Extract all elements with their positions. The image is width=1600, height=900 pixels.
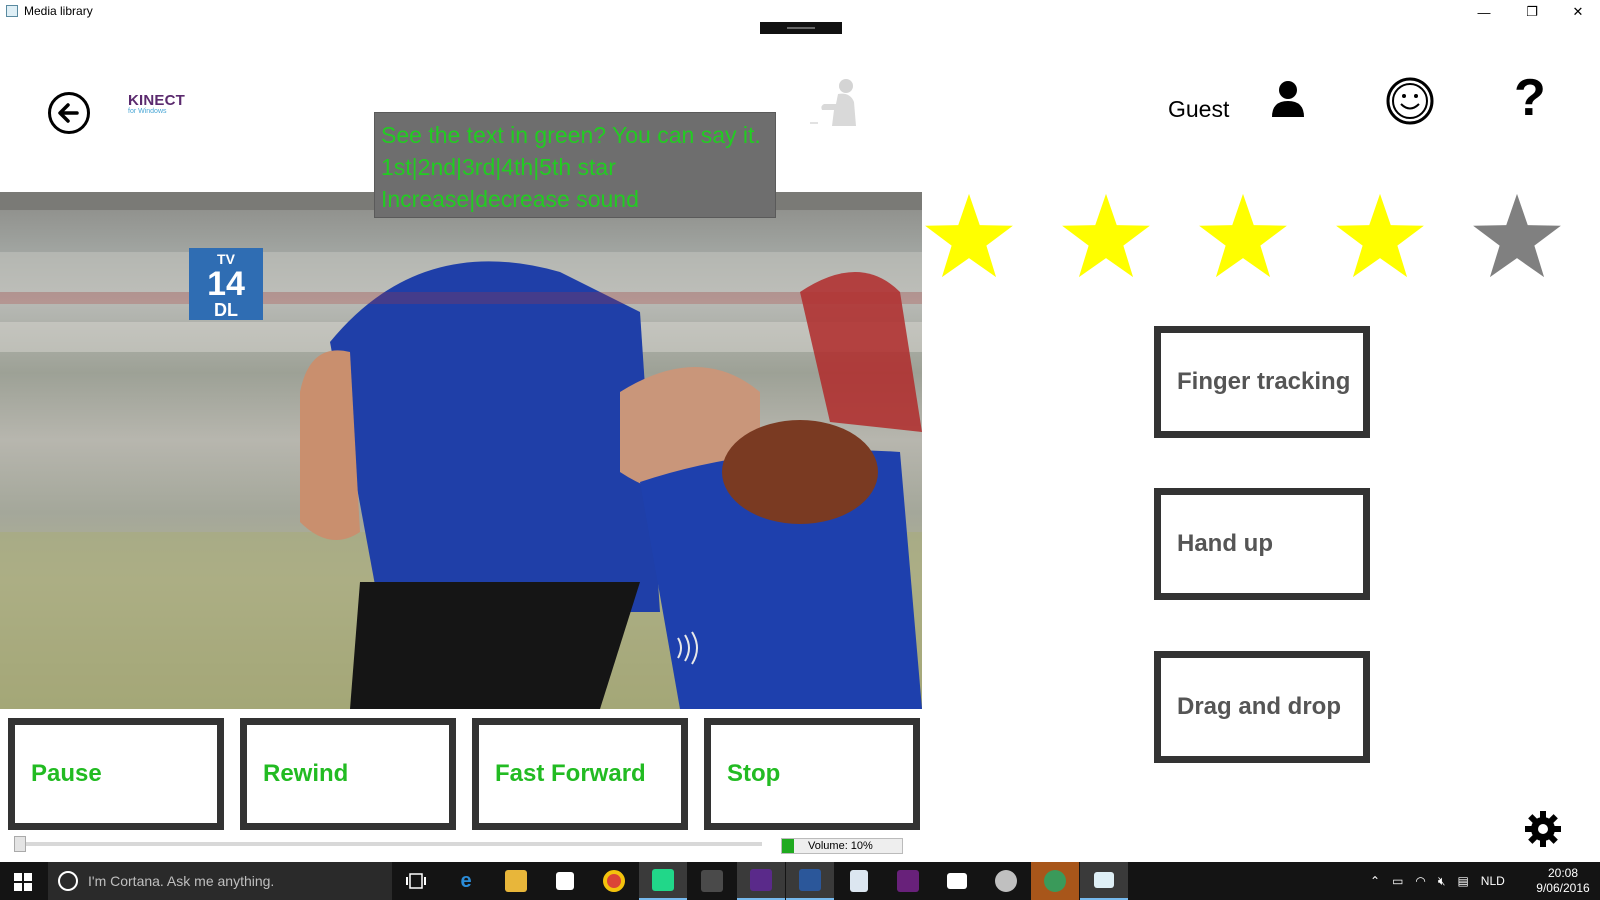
media-library-window: Media library — ❐ ✕ KINECT for Windows G…	[0, 0, 1600, 900]
sublime-icon	[701, 870, 723, 892]
hint-line: Increase|decrease sound	[381, 186, 639, 212]
taskbar-edge[interactable]: e	[442, 862, 490, 900]
input-language[interactable]: NLD	[1481, 874, 1505, 888]
hand-up-button[interactable]: Hand up	[1154, 488, 1370, 600]
taskbar-paint[interactable]	[982, 862, 1030, 900]
gear-icon[interactable]	[1524, 810, 1562, 848]
tex-icon	[750, 869, 772, 891]
word-icon	[799, 869, 821, 891]
cortana-search-box[interactable]: I'm Cortana. Ask me anything.	[48, 862, 392, 900]
user-icon[interactable]	[1270, 80, 1306, 118]
system-tray: ⌃ ▭ ◠ 🔇︎ ▤ NLD	[1370, 862, 1505, 900]
cortana-search-placeholder: I'm Cortana. Ask me anything.	[88, 873, 275, 889]
voice-command-hint: See the text in green? You can say it. 1…	[374, 112, 776, 218]
battery-icon[interactable]: ▭	[1392, 874, 1403, 888]
smiley-face-icon[interactable]	[1385, 76, 1435, 126]
folder-icon	[505, 870, 527, 892]
close-button[interactable]: ✕	[1558, 0, 1598, 24]
minimize-button[interactable]: —	[1464, 0, 1504, 24]
photos-icon	[947, 873, 967, 889]
title-bar: Media library — ❐ ✕	[0, 0, 1600, 24]
taskbar-clock[interactable]: 20:08 9/06/2016	[1530, 866, 1596, 896]
pause-button[interactable]: Pause	[8, 718, 224, 830]
sound-waves-icon	[677, 631, 698, 665]
help-question-icon[interactable]: ?	[1514, 72, 1546, 124]
taskbar-word[interactable]	[786, 862, 834, 900]
action-center-icon[interactable]: ▤	[1457, 874, 1468, 888]
volume-indicator: Volume: 10%	[781, 838, 903, 854]
body-tracking-silhouette-icon	[810, 79, 856, 126]
taskbar-file-explorer[interactable]	[492, 862, 540, 900]
taskbar-media-library[interactable]	[1080, 862, 1128, 900]
tv-rating-badge: TV 14 DL	[189, 248, 263, 320]
volume-label: Volume: 10%	[808, 840, 873, 852]
edge-icon: e	[460, 869, 472, 892]
chrome-icon	[603, 870, 625, 892]
task-view-icon	[406, 873, 426, 889]
taskbar-document-viewer[interactable]	[835, 862, 883, 900]
video-player[interactable]: TV 14 DL	[0, 192, 922, 709]
star-empty-icon[interactable]	[1469, 190, 1565, 286]
app-window-icon	[6, 5, 18, 17]
taskbar-store[interactable]	[541, 862, 589, 900]
wifi-icon[interactable]: ◠	[1415, 874, 1425, 888]
taskbar-pycharm[interactable]	[639, 862, 687, 900]
finger-tracking-button[interactable]: Finger tracking	[1154, 326, 1370, 438]
back-button[interactable]	[48, 92, 90, 134]
hint-line: See the text in green? You can say it.	[381, 122, 761, 148]
speaker-muted-icon[interactable]: 🔇︎	[1438, 874, 1446, 889]
rating-badge-age: 14	[207, 265, 245, 303]
video-frame-image	[0, 192, 922, 709]
visual-studio-icon	[897, 870, 919, 892]
taskbar-sublime[interactable]	[688, 862, 736, 900]
rating-badge-bottom: DL	[214, 300, 238, 320]
globe-icon	[1044, 870, 1066, 892]
window-title: Media library	[24, 4, 93, 18]
star-filled-icon[interactable]	[1332, 190, 1428, 286]
user-name-label: Guest	[1168, 96, 1230, 122]
taskbar-kinect-app[interactable]	[1031, 862, 1079, 900]
kinect-logo-sub: for Windows	[128, 108, 167, 115]
star-filled-icon[interactable]	[1195, 190, 1291, 286]
store-icon	[556, 872, 574, 890]
taskbar-photos[interactable]	[933, 862, 981, 900]
pycharm-icon	[652, 869, 674, 891]
drag-handle[interactable]	[760, 22, 842, 34]
document-icon	[850, 870, 868, 892]
fast-forward-button[interactable]: Fast Forward	[472, 718, 688, 830]
star-filled-icon[interactable]	[1058, 190, 1154, 286]
stop-button[interactable]: Stop	[704, 718, 920, 830]
rewind-button[interactable]: Rewind	[240, 718, 456, 830]
restore-button[interactable]: ❐	[1512, 0, 1552, 24]
windows-taskbar: I'm Cortana. Ask me anything. e ⌃ ▭ ◠ 🔇︎…	[0, 862, 1600, 900]
clock-date: 9/06/2016	[1536, 881, 1590, 895]
taskbar-visual-studio[interactable]	[884, 862, 932, 900]
show-hidden-icons-chevron-icon[interactable]: ⌃	[1370, 874, 1380, 888]
star-filled-icon[interactable]	[921, 190, 1017, 286]
media-library-icon	[1094, 872, 1114, 888]
task-view-button[interactable]	[392, 862, 440, 900]
drag-and-drop-button[interactable]: Drag and drop	[1154, 651, 1370, 763]
volume-level-fill	[782, 839, 794, 853]
playback-progress-thumb[interactable]	[14, 836, 26, 852]
playback-progress-track[interactable]	[14, 842, 762, 846]
taskbar-chrome[interactable]	[590, 862, 638, 900]
windows-start-icon[interactable]	[14, 873, 32, 891]
arrow-left-icon	[58, 103, 79, 123]
hint-line: 1st|2nd|3rd|4th|5th star	[381, 154, 616, 180]
kinect-logo-word: KINECT	[128, 92, 186, 109]
cortana-icon	[58, 871, 78, 891]
taskbar-texmaker[interactable]	[737, 862, 785, 900]
paint-icon	[995, 870, 1017, 892]
clock-time: 20:08	[1547, 866, 1579, 880]
star-rating	[920, 190, 1600, 290]
kinect-logo: KINECT for Windows	[128, 92, 185, 115]
